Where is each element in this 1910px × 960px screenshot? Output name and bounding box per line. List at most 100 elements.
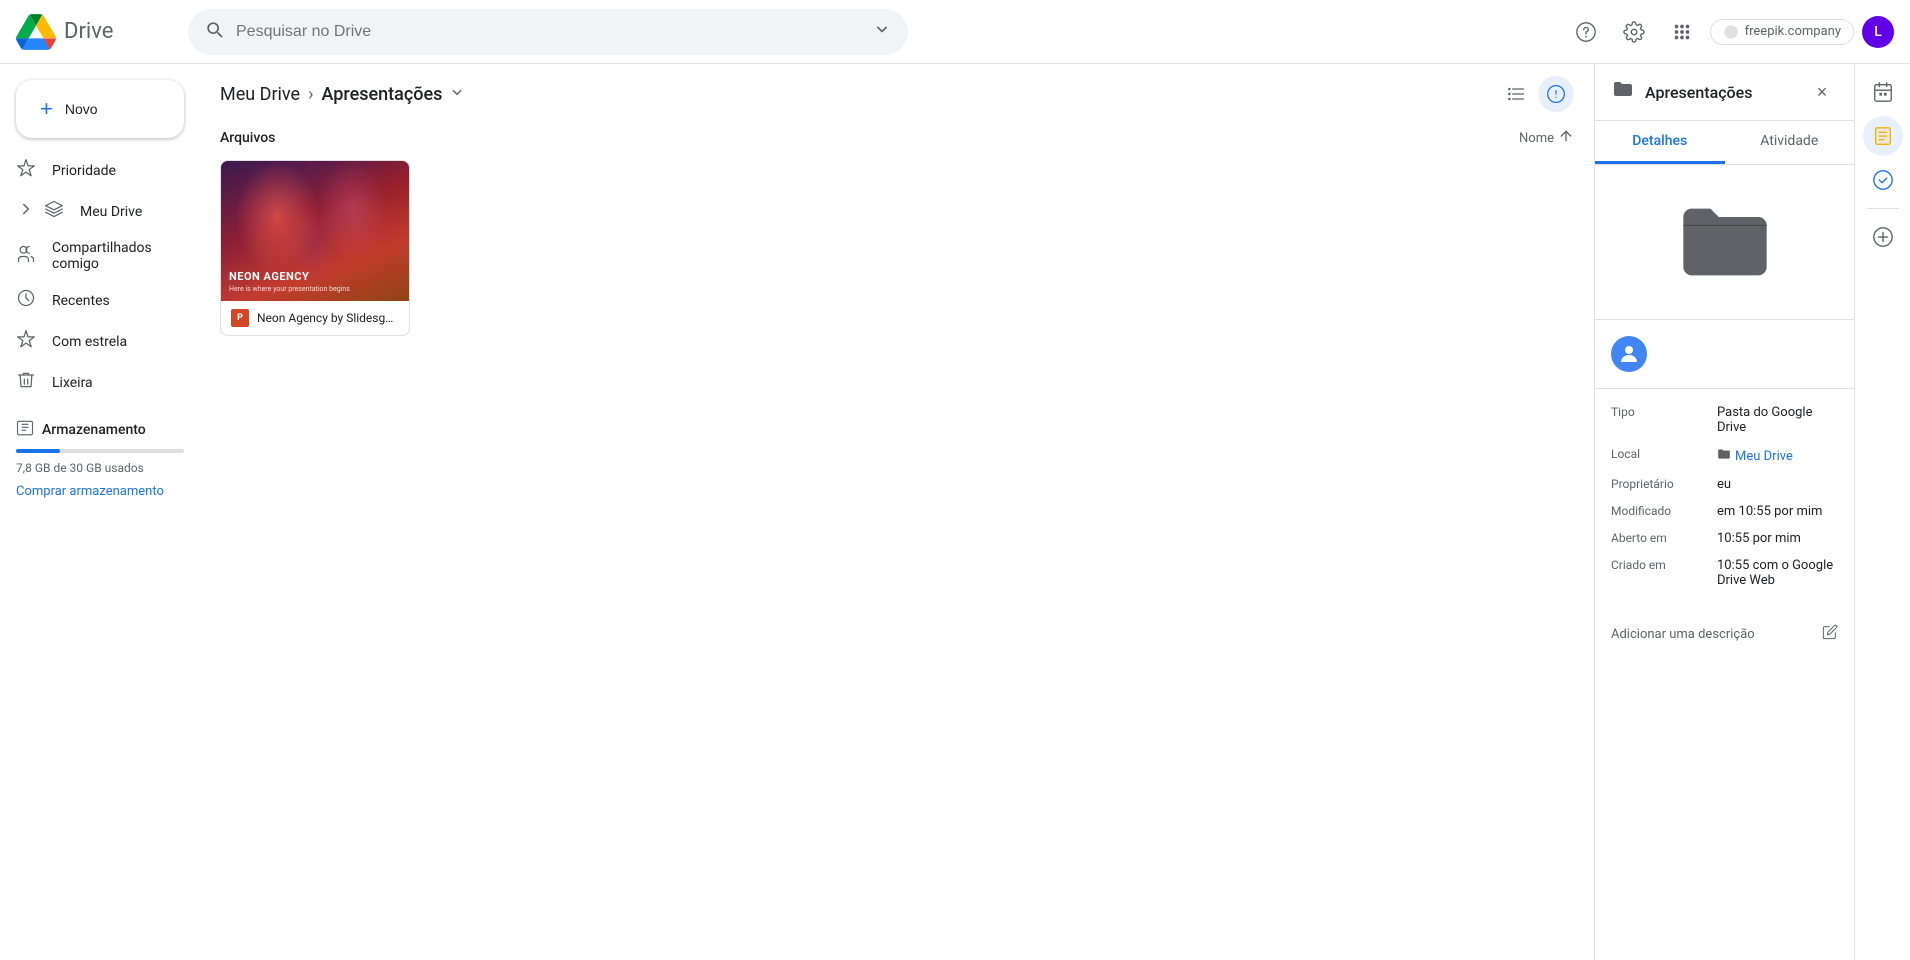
breadcrumb-current[interactable]: Apresentações: [322, 83, 467, 105]
panel-tab-activity[interactable]: Atividade: [1725, 121, 1855, 164]
sidebar-item-starred[interactable]: Com estrela: [0, 321, 184, 362]
mini-tasks-button[interactable]: [1863, 160, 1903, 200]
detail-aberto-value: 10:55 por mim: [1717, 531, 1801, 546]
priority-icon: [16, 158, 36, 183]
detail-modificado-label: Modificado: [1611, 504, 1701, 519]
breadcrumb-bar: Meu Drive › Apresentações: [200, 64, 1594, 124]
sidebar-label-shared: Compartilhados comigo: [52, 240, 168, 272]
buy-storage-link[interactable]: Comprar armazenamento: [16, 483, 184, 501]
mini-sidebar: [1854, 64, 1910, 960]
star-icon: [16, 329, 36, 354]
breadcrumb: Meu Drive › Apresentações: [220, 83, 466, 105]
my-drive-icon: [44, 199, 64, 224]
sidebar-label-priority: Prioridade: [52, 163, 116, 179]
panel-owner: [1595, 320, 1854, 389]
location-drive-icon: [1717, 447, 1731, 465]
owner-avatar: [1611, 336, 1647, 372]
new-button-label: Novo: [65, 101, 98, 117]
detail-tipo-label: Tipo: [1611, 405, 1701, 435]
detail-tipo: Tipo Pasta do Google Drive: [1611, 405, 1838, 435]
storage-section: Armazenamento 7,8 GB de 30 GB usados Com…: [16, 419, 184, 501]
view-controls: [1498, 76, 1574, 112]
file-card[interactable]: NEON AGENCY Here is where your presentat…: [220, 160, 410, 336]
thumbnail-subtitle: Here is where your presentation begins: [229, 285, 350, 293]
search-dropdown-icon[interactable]: [872, 19, 892, 44]
thumbnail-text: NEON AGENCY Here is where your presentat…: [229, 270, 350, 293]
sidebar-label-recent: Recentes: [52, 293, 110, 309]
detail-aberto: Aberto em 10:55 por mim: [1611, 531, 1838, 546]
section-title: Arquivos: [220, 130, 275, 146]
sidebar: + Novo Prioridade Meu Drive Compartilhad…: [0, 64, 200, 960]
sidebar-item-shared[interactable]: Compartilhados comigo: [0, 232, 184, 280]
breadcrumb-parent[interactable]: Meu Drive: [220, 84, 300, 105]
mini-calendar-button[interactable]: [1863, 72, 1903, 112]
panel-details: Tipo Pasta do Google Drive Local Meu Dri…: [1595, 389, 1854, 616]
sort-label: Nome: [1519, 131, 1554, 146]
storage-icon: [16, 419, 34, 441]
detail-modificado-value: em 10:55 por mim: [1717, 504, 1822, 519]
info-button[interactable]: [1538, 76, 1574, 112]
drive-logo-icon: [16, 12, 56, 52]
panel-tab-details[interactable]: Detalhes: [1595, 121, 1725, 164]
files-area: Arquivos Nome: [200, 124, 1594, 960]
detail-aberto-label: Aberto em: [1611, 531, 1701, 546]
description-text: Adicionar uma descrição: [1611, 627, 1755, 642]
sidebar-label-trash: Lixeira: [52, 375, 93, 391]
sidebar-item-my-drive[interactable]: Meu Drive: [0, 191, 184, 232]
detail-criado-value: 10:55 com o Google Drive Web: [1717, 558, 1838, 588]
user-avatar[interactable]: L: [1862, 16, 1894, 48]
recent-icon: [16, 288, 36, 313]
freepik-icon: [1723, 24, 1739, 40]
breadcrumb-current-label: Apresentações: [322, 84, 443, 105]
topbar: Drive: [0, 0, 1910, 64]
panel-close-button[interactable]: ×: [1806, 76, 1838, 108]
new-plus-icon: +: [40, 96, 53, 122]
detail-local-value: Meu Drive: [1717, 447, 1793, 465]
panel-folder-preview: [1595, 165, 1854, 320]
search-bar[interactable]: [188, 9, 908, 55]
sort-control[interactable]: Nome: [1519, 128, 1574, 148]
owner-row: [1611, 336, 1838, 372]
thumbnail-gradient: NEON AGENCY Here is where your presentat…: [221, 161, 409, 301]
detail-criado-label: Criado em: [1611, 558, 1701, 588]
help-button[interactable]: [1566, 12, 1606, 52]
freepik-label: freepik.company: [1745, 24, 1841, 39]
files-grid: NEON AGENCY Here is where your presentat…: [220, 160, 1574, 336]
mini-note-button[interactable]: [1863, 116, 1903, 156]
panel-folder-large-icon: [1675, 197, 1775, 287]
settings-button[interactable]: [1614, 12, 1654, 52]
mini-add-button[interactable]: [1863, 217, 1903, 257]
panel-header: Apresentações ×: [1595, 64, 1854, 121]
search-input[interactable]: [236, 23, 860, 41]
new-button[interactable]: + Novo: [16, 80, 184, 138]
logo[interactable]: Drive: [16, 12, 176, 52]
ppt-icon: P: [231, 309, 249, 327]
panel-title: Apresentações: [1645, 83, 1752, 102]
sidebar-item-recent[interactable]: Recentes: [0, 280, 184, 321]
sidebar-item-priority[interactable]: Prioridade: [0, 150, 184, 191]
topbar-right: freepik.company L: [1566, 12, 1894, 52]
detail-proprietario: Proprietário eu: [1611, 477, 1838, 492]
freepik-badge[interactable]: freepik.company: [1710, 19, 1854, 45]
breadcrumb-dropdown-icon[interactable]: [448, 83, 466, 105]
panel-title-area: Apresentações: [1611, 77, 1752, 107]
apps-button[interactable]: [1662, 12, 1702, 52]
panel-tabs: Detalhes Atividade: [1595, 121, 1854, 165]
storage-used-text: 7,8 GB de 30 GB usados: [16, 461, 184, 475]
detail-proprietario-label: Proprietário: [1611, 477, 1701, 492]
detail-proprietario-value: eu: [1717, 477, 1731, 492]
right-panel: Apresentações × Detalhes Atividade: [1594, 64, 1854, 960]
my-drive-expand-icon: [16, 200, 36, 223]
detail-tipo-value: Pasta do Google Drive: [1717, 405, 1838, 435]
search-icon: [204, 19, 224, 44]
list-view-button[interactable]: [1498, 76, 1534, 112]
edit-description-button[interactable]: [1822, 624, 1838, 645]
owner-avatar-icon: [1617, 342, 1641, 366]
sidebar-item-trash[interactable]: Lixeira: [0, 362, 184, 403]
sidebar-label-my-drive: Meu Drive: [80, 204, 142, 220]
panel-folder-icon: [1611, 77, 1635, 107]
main-content: Meu Drive › Apresentações: [200, 64, 1594, 960]
detail-local-link[interactable]: Meu Drive: [1735, 449, 1793, 464]
trash-icon: [16, 370, 36, 395]
sort-arrow-icon: [1558, 128, 1574, 148]
